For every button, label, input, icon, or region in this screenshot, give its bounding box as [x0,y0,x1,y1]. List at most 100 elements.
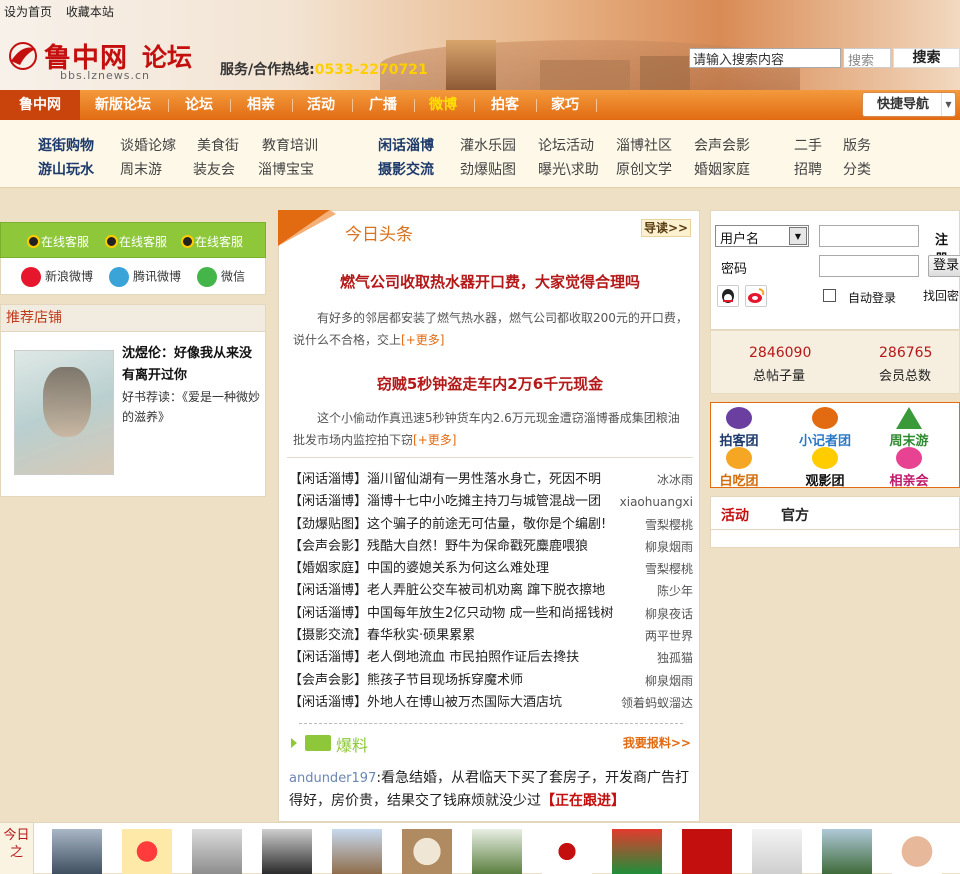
guide-button[interactable]: 导读>> [641,219,691,237]
subnav-admin[interactable]: 版务 [843,135,871,155]
subnav-classifieds[interactable]: 分类 [843,159,871,179]
login-button[interactable]: 登录 [928,255,960,277]
news-category[interactable]: 【闲话淄博】 [289,494,367,509]
news-title[interactable]: 淄川留仙湖有一男性落水身亡，死因不明 [367,472,601,487]
news-item[interactable]: 【闲话淄博】外地人在博山被万杰国际大酒店坑 领着蚂蚁溜达 [289,691,693,715]
featured-thumb[interactable] [682,829,732,874]
subnav-zibo-community[interactable]: 淄博社区 [616,135,672,155]
online-service-3[interactable]: 在线客服 [181,233,243,250]
set-homepage-link[interactable]: 设为首页 [4,5,52,19]
news-author[interactable]: 雪梨樱桃 [641,513,693,536]
featured-thumb[interactable] [472,829,522,874]
nav-weibo[interactable]: 微博 [414,90,472,120]
nav-forum[interactable]: 论坛 [170,90,228,120]
subnav-expose-help[interactable]: 曝光\求助 [538,159,599,179]
subnav-jobs[interactable]: 招聘 [794,159,822,179]
book-title[interactable]: 沈煜伦：好像我从来没有离开过你 [122,343,262,387]
wechat-link[interactable]: 微信 [197,267,245,287]
news-author[interactable]: 柳泉烟雨 [641,669,693,692]
online-service-2[interactable]: 在线客服 [105,233,167,250]
news-category[interactable]: 【婚姻家庭】 [289,561,367,576]
subnav-forum-events[interactable]: 论坛活动 [538,135,594,155]
nav-lznews[interactable]: 鲁中网 [0,90,80,120]
news-title[interactable]: 外地人在博山被万杰国际大酒店坑 [367,695,562,710]
group-movie[interactable]: 观影团 [791,447,859,489]
group-reporters[interactable]: 小记者团 [791,407,859,449]
group-dating[interactable]: 相亲会 [879,447,939,489]
sina-weibo-link[interactable]: 新浪微博 [21,267,93,287]
quick-nav-dropdown[interactable]: 快捷导航 ▼ [862,92,956,117]
news-author[interactable]: 领着蚂蚁溜达 [617,691,693,715]
news-category[interactable]: 【闲话淄博】 [289,472,367,487]
search-input[interactable] [689,48,841,68]
news-author[interactable]: 陈少年 [653,580,693,603]
subnav-water-park[interactable]: 灌水乐园 [460,135,516,155]
news-item[interactable]: 【闲话淄博】中国每年放生2亿只动物 成一些和尚摇钱树 柳泉夜话 [289,602,693,626]
featured-thumb[interactable] [822,829,872,874]
password-field[interactable] [819,255,919,277]
subnav-marriage[interactable]: 谈婚论嫁 [120,135,176,155]
subnav-video[interactable]: 会声会影 [694,135,750,155]
news-item[interactable]: 【闲话淄博】老人弄脏公交车被司机劝离 蹿下脱衣擦地 陈少年 [289,580,693,603]
nav-new-forum[interactable]: 新版论坛 [80,90,166,120]
subnav-second-hand[interactable]: 二手 [794,135,822,155]
headline-1[interactable]: 燃气公司收取热水器开口费，大家觉得合理吗 [279,271,701,292]
forgot-password-link[interactable]: 找回密 [923,287,959,304]
news-title[interactable]: 中国每年放生2亿只动物 成一些和尚摇钱树 [367,606,613,621]
subnav-education[interactable]: 教育培训 [262,135,318,155]
news-item[interactable]: 【婚姻家庭】中国的婆媳关系为何这么难处理 雪梨樱桃 [289,558,693,581]
news-category[interactable]: 【闲话淄博】 [289,583,367,598]
news-title[interactable]: 熊孩子节目现场拆穿魔术师 [367,673,523,688]
group-baichi[interactable]: 白吃团 [709,447,769,489]
subnav-weekend-trip[interactable]: 周末游 [120,159,162,179]
featured-thumb[interactable] [892,829,942,874]
auto-login-checkbox[interactable] [823,289,836,302]
featured-thumb[interactable] [752,829,802,874]
more-link[interactable]: [+更多] [413,433,456,447]
news-title[interactable]: 中国的婆媳关系为何这么难处理 [367,561,549,576]
baoliao-item[interactable]: andunder197:看急结婚，从君临天下买了套房子，开发商广告打得好，房价贵… [289,767,693,812]
subnav-original-lit[interactable]: 原创文学 [616,159,672,179]
news-category[interactable]: 【闲话淄博】 [289,695,367,710]
news-category[interactable]: 【会声会影】 [289,539,367,554]
search-button[interactable]: 搜索 [893,48,960,68]
nav-dating[interactable]: 相亲 [232,90,290,120]
online-service-1[interactable]: 在线客服 [27,233,89,250]
news-category[interactable]: 【摄影交流】 [289,628,367,643]
news-item[interactable]: 【劲爆贴图】这个骗子的前途无可估量，敬你是个编剧! 雪梨樱桃 [289,513,693,536]
subnav-food[interactable]: 美食街 [197,135,239,155]
news-author[interactable]: 独孤猫 [653,647,693,670]
news-author[interactable]: 柳泉夜话 [641,602,693,626]
subnav-zibo-talk[interactable]: 闲话淄博 [378,135,434,155]
tab-events[interactable]: 活动 [721,505,749,525]
qq-login-icon[interactable] [717,285,739,307]
news-author[interactable]: xiaohuangxi [616,491,693,514]
news-item[interactable]: 【闲话淄博】老人倒地流血 市民拍照作证后去搀扶 独孤猫 [289,647,693,670]
news-item[interactable]: 【闲话淄博】淄博十七中小吃摊主持刀与城管混战一团 xiaohuangxi [289,491,693,514]
news-title[interactable]: 春华秋实·硕果累累 [367,628,475,643]
news-author[interactable]: 雪梨樱桃 [641,558,693,581]
featured-thumb[interactable] [262,829,312,874]
news-author[interactable]: 两平世界 [641,625,693,648]
search-type-select[interactable]: 搜索 [843,48,891,69]
news-title[interactable]: 老人弄脏公交车被司机劝离 蹿下脱衣擦地 [367,583,605,598]
group-paike[interactable]: 拍客团 [709,407,769,449]
tab-official[interactable]: 官方 [781,505,809,525]
news-category[interactable]: 【会声会影】 [289,673,367,688]
nav-events[interactable]: 活动 [292,90,350,120]
news-item[interactable]: 【会声会影】残酷大自然！野牛为保命戳死麋鹿喂狼 柳泉烟雨 [289,535,693,559]
subnav-shopping[interactable]: 逛街购物 [38,135,94,155]
news-category[interactable]: 【闲话淄博】 [289,606,367,621]
featured-thumb[interactable] [332,829,382,874]
subnav-decoration[interactable]: 装友会 [193,159,235,179]
nav-radio[interactable]: 广播 [354,90,412,120]
username-field[interactable] [819,225,919,247]
submit-tip-link[interactable]: 我要报料>> [623,734,691,751]
more-link[interactable]: [+更多] [401,333,444,347]
news-title[interactable]: 残酷大自然！野牛为保命戳死麋鹿喂狼 [367,539,588,554]
news-author[interactable]: 冰冰雨 [653,469,693,492]
subnav-travel[interactable]: 游山玩水 [38,159,94,179]
news-title[interactable]: 老人倒地流血 市民拍照作证后去搀扶 [367,650,579,665]
news-title[interactable]: 这个骗子的前途无可估量，敬你是个编剧! [367,517,606,532]
featured-thumb[interactable] [192,829,242,874]
